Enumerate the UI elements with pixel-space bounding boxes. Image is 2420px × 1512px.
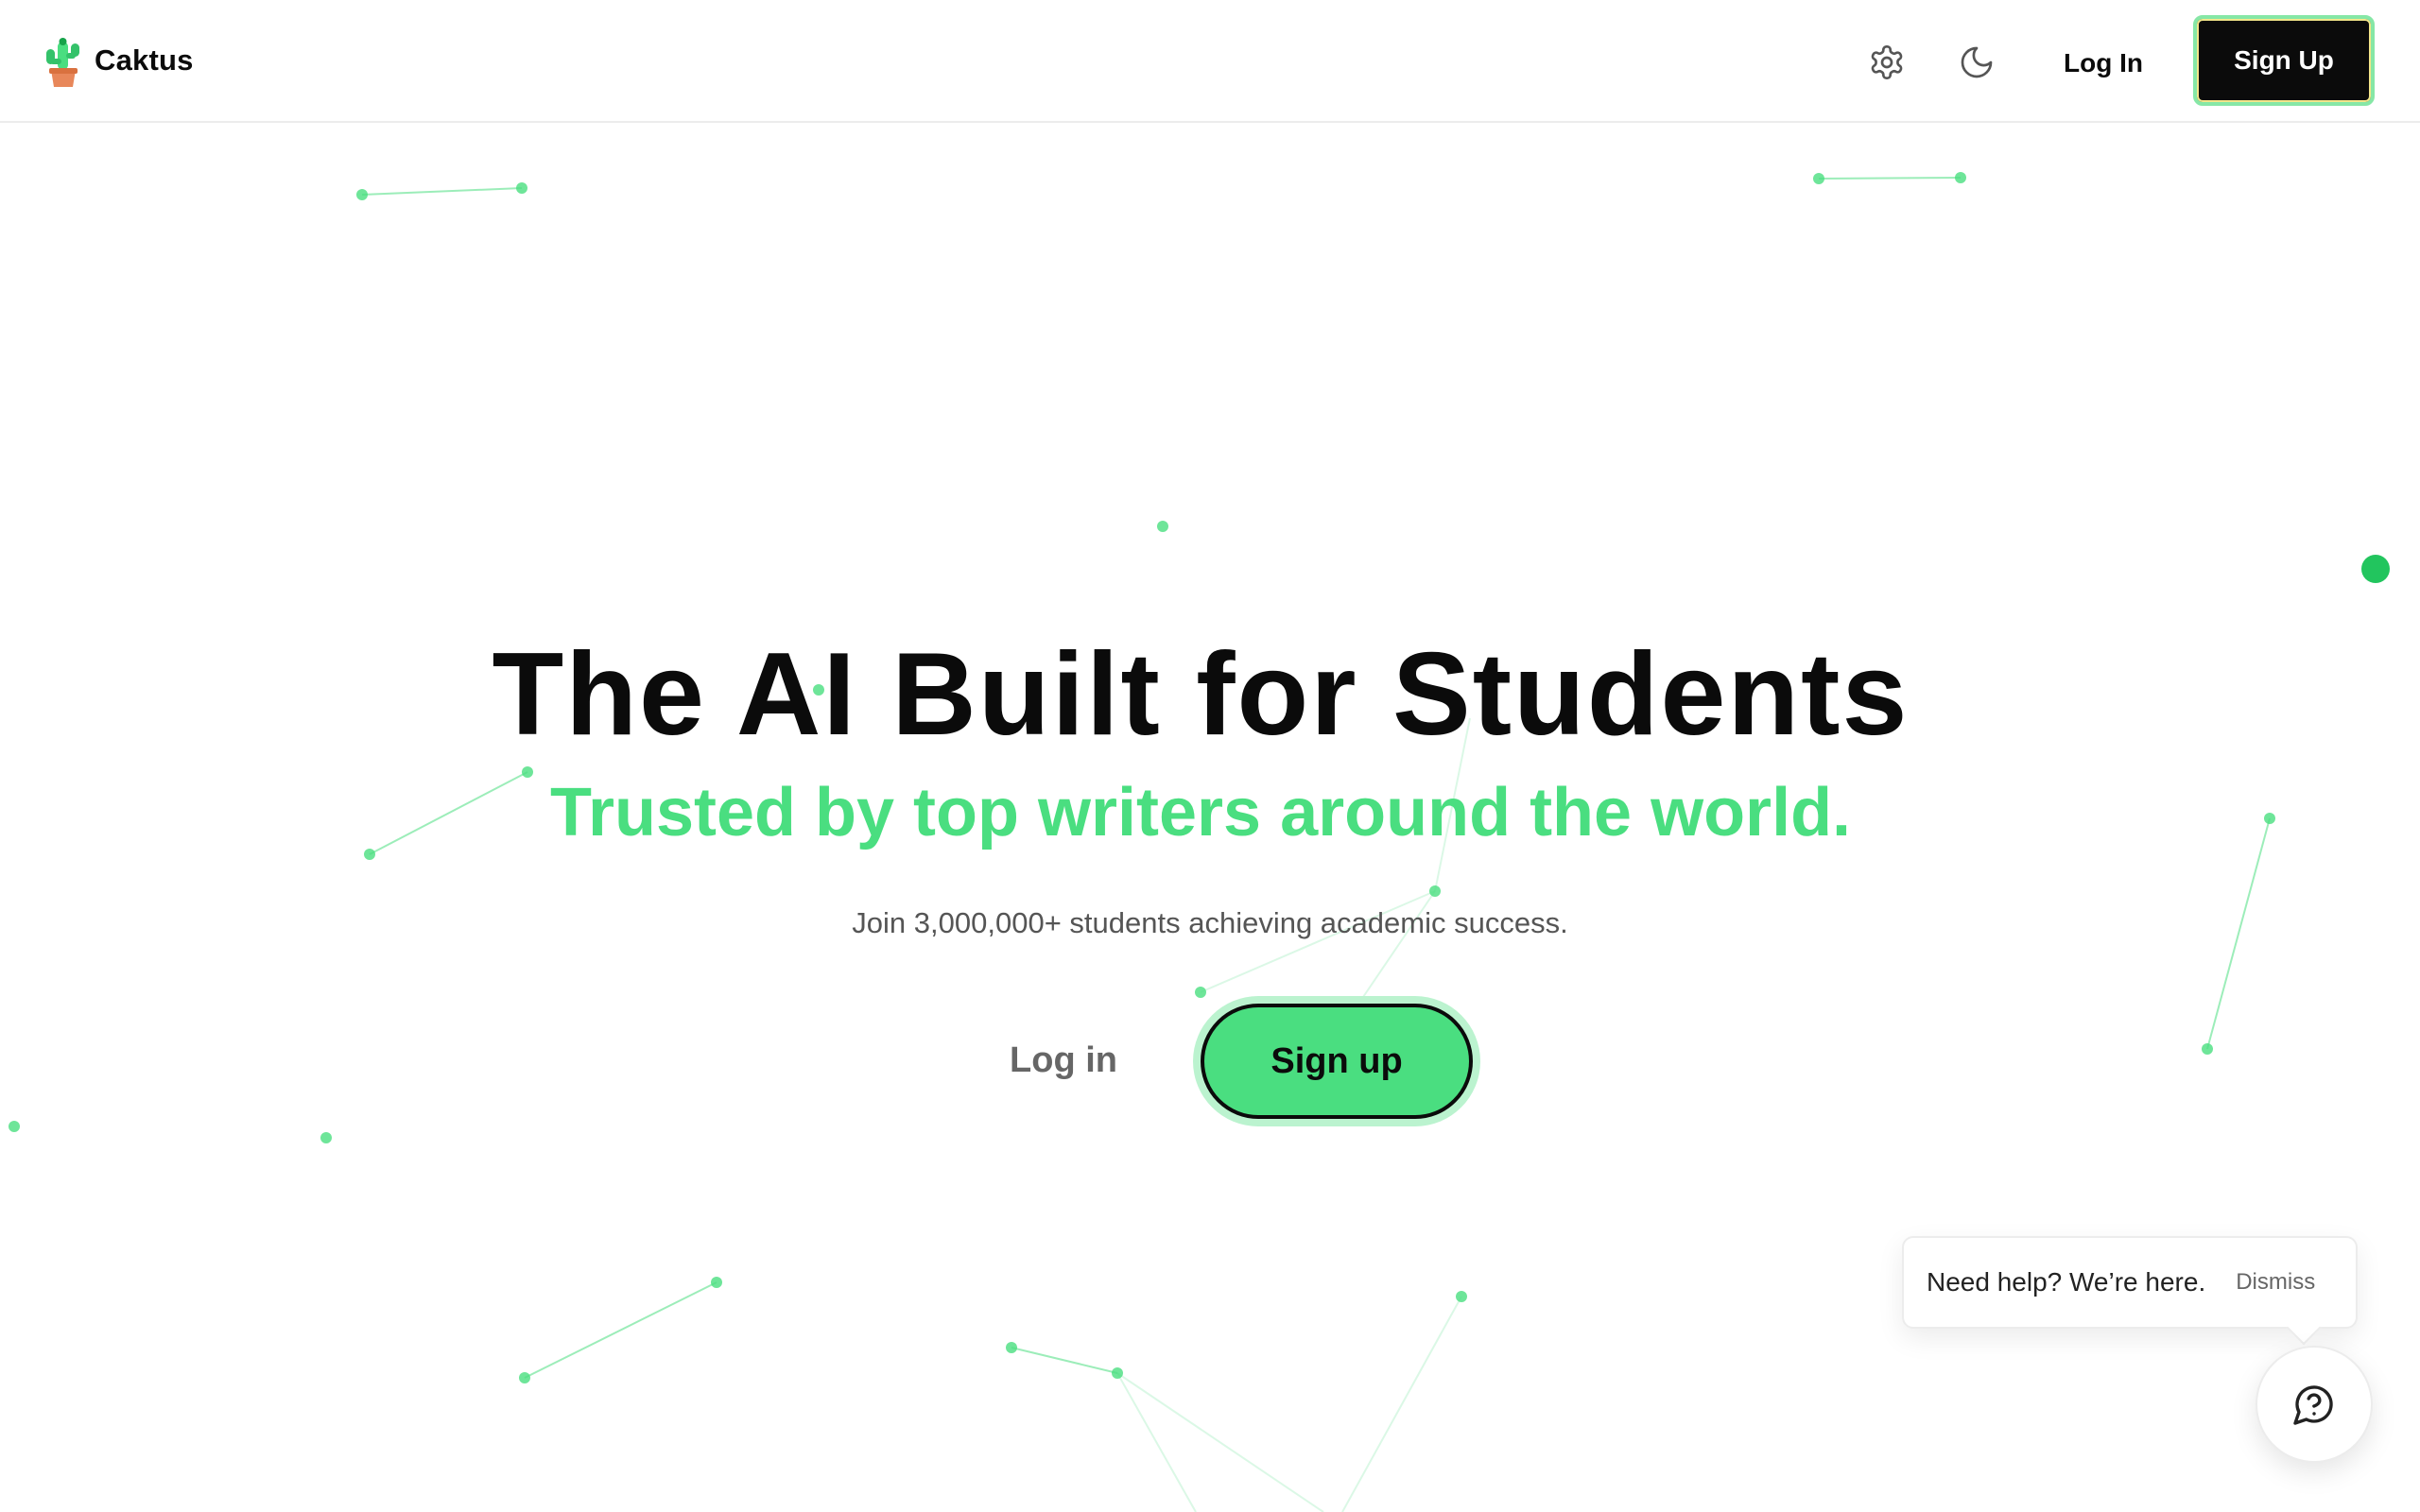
hero-login-link[interactable]: Log in (983, 1026, 1144, 1094)
help-dismiss-button[interactable]: Dismiss (2236, 1269, 2315, 1296)
header-signup-button[interactable]: Sign Up (2193, 15, 2375, 106)
gear-icon (1871, 45, 1903, 79)
hero-signup-button[interactable]: Sign up (1201, 1004, 1473, 1119)
hero-title: The AI Built for Students (492, 629, 1910, 760)
theme-toggle-button[interactable] (1950, 36, 2003, 89)
brand-name: Caktus (95, 43, 194, 77)
help-tooltip: Need help? We’re here. Dismiss (1902, 1236, 2358, 1329)
hero-subtitle: Trusted by top writers around the world. (549, 775, 1852, 850)
page: Caktus Log In Sign Up The AI Built for S… (0, 0, 2420, 1512)
moon-icon (1961, 46, 1993, 78)
help-chat-icon (2293, 1385, 2333, 1425)
settings-button[interactable] (1860, 36, 1913, 89)
hero-description: Join 3,000,000+ students achieving acade… (852, 906, 1568, 939)
header-login-link[interactable]: Log In (2042, 38, 2165, 89)
brand-logo-link[interactable]: Caktus (42, 32, 194, 89)
help-chat-button[interactable] (2256, 1346, 2373, 1463)
top-navigation-bar: Caktus Log In Sign Up (0, 0, 2420, 123)
cactus-logo-icon (46, 38, 79, 87)
help-message: Need help? We’re here. (1927, 1267, 2206, 1297)
